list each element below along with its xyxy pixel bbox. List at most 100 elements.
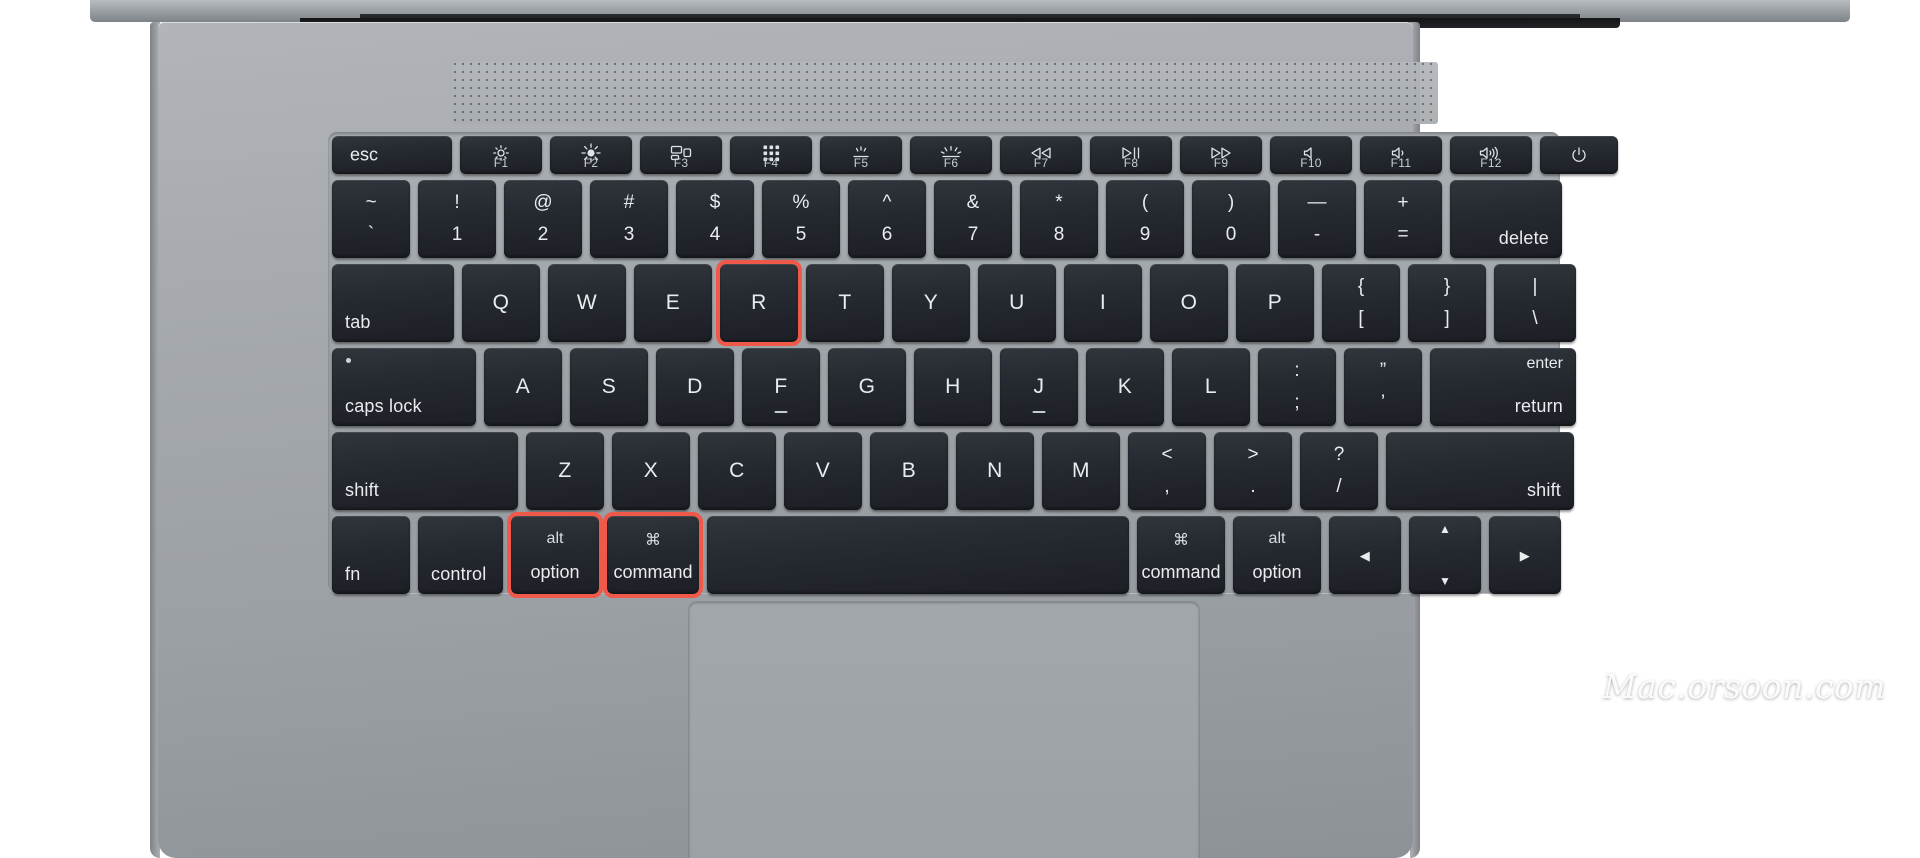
key-control[interactable]: control [418, 516, 503, 594]
key-1[interactable]: ! 1 [418, 180, 496, 258]
key-option[interactable]: alt option [507, 512, 603, 598]
key-z[interactable]: Z [526, 432, 604, 510]
key-j[interactable]: J [1000, 348, 1078, 426]
key-n[interactable]: N [956, 432, 1034, 510]
key-a[interactable]: A [484, 348, 562, 426]
key-command[interactable]: ⌘ command [603, 512, 703, 598]
key-p[interactable]: P [1236, 264, 1314, 342]
key-label-shifted: # [623, 192, 635, 213]
key-label: X [643, 459, 659, 482]
key-d[interactable]: D [656, 348, 734, 426]
key-h[interactable]: H [914, 348, 992, 426]
key-key[interactable]: ”’ [1344, 348, 1422, 426]
key-label-shifted: % [792, 192, 810, 213]
key-k[interactable]: K [1086, 348, 1164, 426]
key-label: esc [350, 144, 379, 165]
key-space[interactable] [707, 516, 1129, 594]
key-q[interactable]: Q [462, 264, 540, 342]
key-e[interactable]: E [634, 264, 712, 342]
key-label: ; [1294, 392, 1300, 413]
key-2[interactable]: @2 [504, 180, 582, 258]
key-f11[interactable]: F11 [1360, 136, 1442, 174]
key-power-icon[interactable] [1540, 136, 1618, 174]
key-r[interactable]: R [716, 260, 802, 346]
key-w[interactable]: W [548, 264, 626, 342]
key-5[interactable]: % 5 [762, 180, 840, 258]
key-key[interactable]: }] [1408, 264, 1486, 342]
key-label: option [1252, 562, 1302, 582]
key-label-alt: ⌘ [1173, 532, 1189, 549]
key-label-shifted: ? [1333, 444, 1345, 465]
key-f6[interactable]: F6 [910, 136, 992, 174]
key-key[interactable]: ◀ [1329, 516, 1401, 594]
key-3[interactable]: #3 [590, 180, 668, 258]
trackpad[interactable] [689, 602, 1199, 858]
key-f3[interactable]: F3 [640, 136, 722, 174]
key-key[interactable]: {[ [1322, 264, 1400, 342]
key-f1[interactable]: F1 [460, 136, 542, 174]
key-f10[interactable]: F10 [1270, 136, 1352, 174]
key-caps-lock[interactable]: caps lock [332, 348, 476, 426]
key-label: command [1141, 562, 1221, 582]
key-key[interactable]: — - [1278, 180, 1356, 258]
key-4[interactable]: $4 [676, 180, 754, 258]
key-key[interactable]: ▶ [1489, 516, 1561, 594]
key-arrow-up-down[interactable]: ▲ ▼ [1409, 516, 1481, 594]
key-key[interactable]: + = [1364, 180, 1442, 258]
key-o[interactable]: O [1150, 264, 1228, 342]
key-label-shifted: $ [709, 192, 721, 213]
key-c[interactable]: C [698, 432, 776, 510]
key-g[interactable]: G [828, 348, 906, 426]
key-6[interactable]: ^ 6 [848, 180, 926, 258]
function-key-number: F1 [493, 156, 509, 170]
key-label: H [945, 375, 961, 398]
key-key[interactable]: >. [1214, 432, 1292, 510]
key-f5[interactable]: F5 [820, 136, 902, 174]
key-label: . [1250, 476, 1256, 497]
key-label-shifted: > [1247, 444, 1259, 465]
key-f[interactable]: F [742, 348, 820, 426]
key-y[interactable]: Y [892, 264, 970, 342]
key-command-right[interactable]: ⌘ command [1137, 516, 1225, 594]
key-label-shifted: | [1532, 276, 1538, 297]
power-icon [1540, 136, 1618, 174]
key-label: L [1204, 375, 1218, 398]
key-x[interactable]: X [612, 432, 690, 510]
key-key[interactable]: <, [1128, 432, 1206, 510]
key-shift-right[interactable]: shift [1386, 432, 1574, 510]
key-key[interactable]: ? / [1300, 432, 1378, 510]
key-l[interactable]: L [1172, 348, 1250, 426]
key-7[interactable]: & 7 [934, 180, 1012, 258]
key-option-right[interactable]: alt option [1233, 516, 1321, 594]
key-f4[interactable]: F4 [730, 136, 812, 174]
key-b[interactable]: B [870, 432, 948, 510]
key-i[interactable]: I [1064, 264, 1142, 342]
key-s[interactable]: S [570, 348, 648, 426]
key-fn[interactable]: fn [332, 516, 410, 594]
key-v[interactable]: V [784, 432, 862, 510]
key-9[interactable]: (9 [1106, 180, 1184, 258]
key-esc[interactable]: esc [332, 136, 452, 174]
key-key[interactable]: ~ ` [332, 180, 410, 258]
key-delete[interactable]: delete [1450, 180, 1562, 258]
key-u[interactable]: U [978, 264, 1056, 342]
key-label: 0 [1225, 224, 1237, 245]
key-t[interactable]: T [806, 264, 884, 342]
key-8[interactable]: * 8 [1020, 180, 1098, 258]
key-label: B [901, 459, 917, 482]
key-shift[interactable]: shift [332, 432, 518, 510]
key-label: P [1267, 291, 1283, 314]
key-f12[interactable]: F12 [1450, 136, 1532, 174]
key-label: O [1180, 291, 1198, 314]
key-f2[interactable]: F2 [550, 136, 632, 174]
key-label: tab [345, 312, 371, 332]
key-tab[interactable]: tab [332, 264, 454, 342]
key-f9[interactable]: F9 [1180, 136, 1262, 174]
key-key[interactable]: :; [1258, 348, 1336, 426]
key-return[interactable]: enter return [1430, 348, 1576, 426]
key-f7[interactable]: F7 [1000, 136, 1082, 174]
key-m[interactable]: M [1042, 432, 1120, 510]
key-f8[interactable]: F8 [1090, 136, 1172, 174]
key-0[interactable]: ) 0 [1192, 180, 1270, 258]
key-key[interactable]: | \ [1494, 264, 1576, 342]
